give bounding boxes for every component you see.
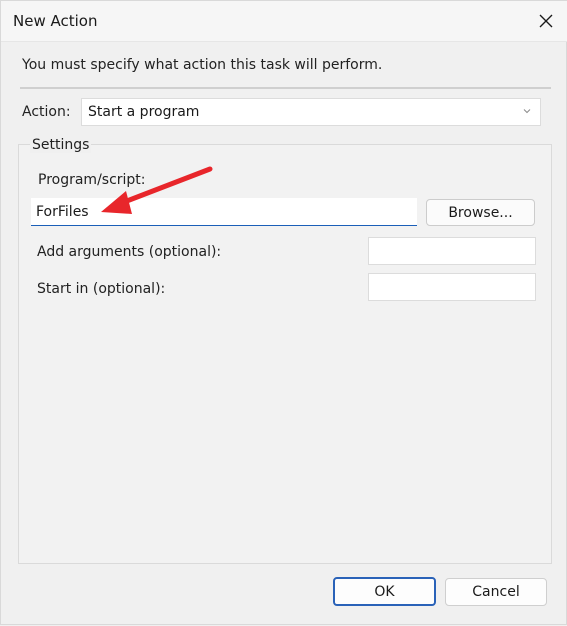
action-label: Action: [22, 104, 71, 120]
ok-button[interactable]: OK [333, 577, 436, 606]
add-arguments-input[interactable] [368, 237, 536, 265]
program-script-label: Program/script: [38, 172, 146, 188]
cancel-button[interactable]: Cancel [445, 578, 547, 606]
start-in-label: Start in (optional): [37, 281, 166, 297]
chevron-down-icon [523, 109, 531, 114]
new-action-dialog: New Action You must specify what action … [0, 0, 567, 625]
close-button[interactable] [524, 1, 567, 41]
instruction-text: You must specify what action this task w… [22, 57, 383, 73]
browse-button[interactable]: Browse... [426, 199, 535, 226]
add-arguments-label: Add arguments (optional): [37, 244, 222, 260]
action-selected-value: Start a program [88, 104, 200, 120]
settings-legend: Settings [30, 137, 92, 153]
separator [20, 87, 551, 89]
close-icon [539, 14, 553, 28]
action-dropdown[interactable]: Start a program [81, 98, 541, 126]
program-script-input[interactable] [31, 198, 417, 226]
window-title: New Action [13, 12, 98, 30]
title-bar: New Action [1, 1, 567, 42]
start-in-input[interactable] [368, 273, 536, 301]
